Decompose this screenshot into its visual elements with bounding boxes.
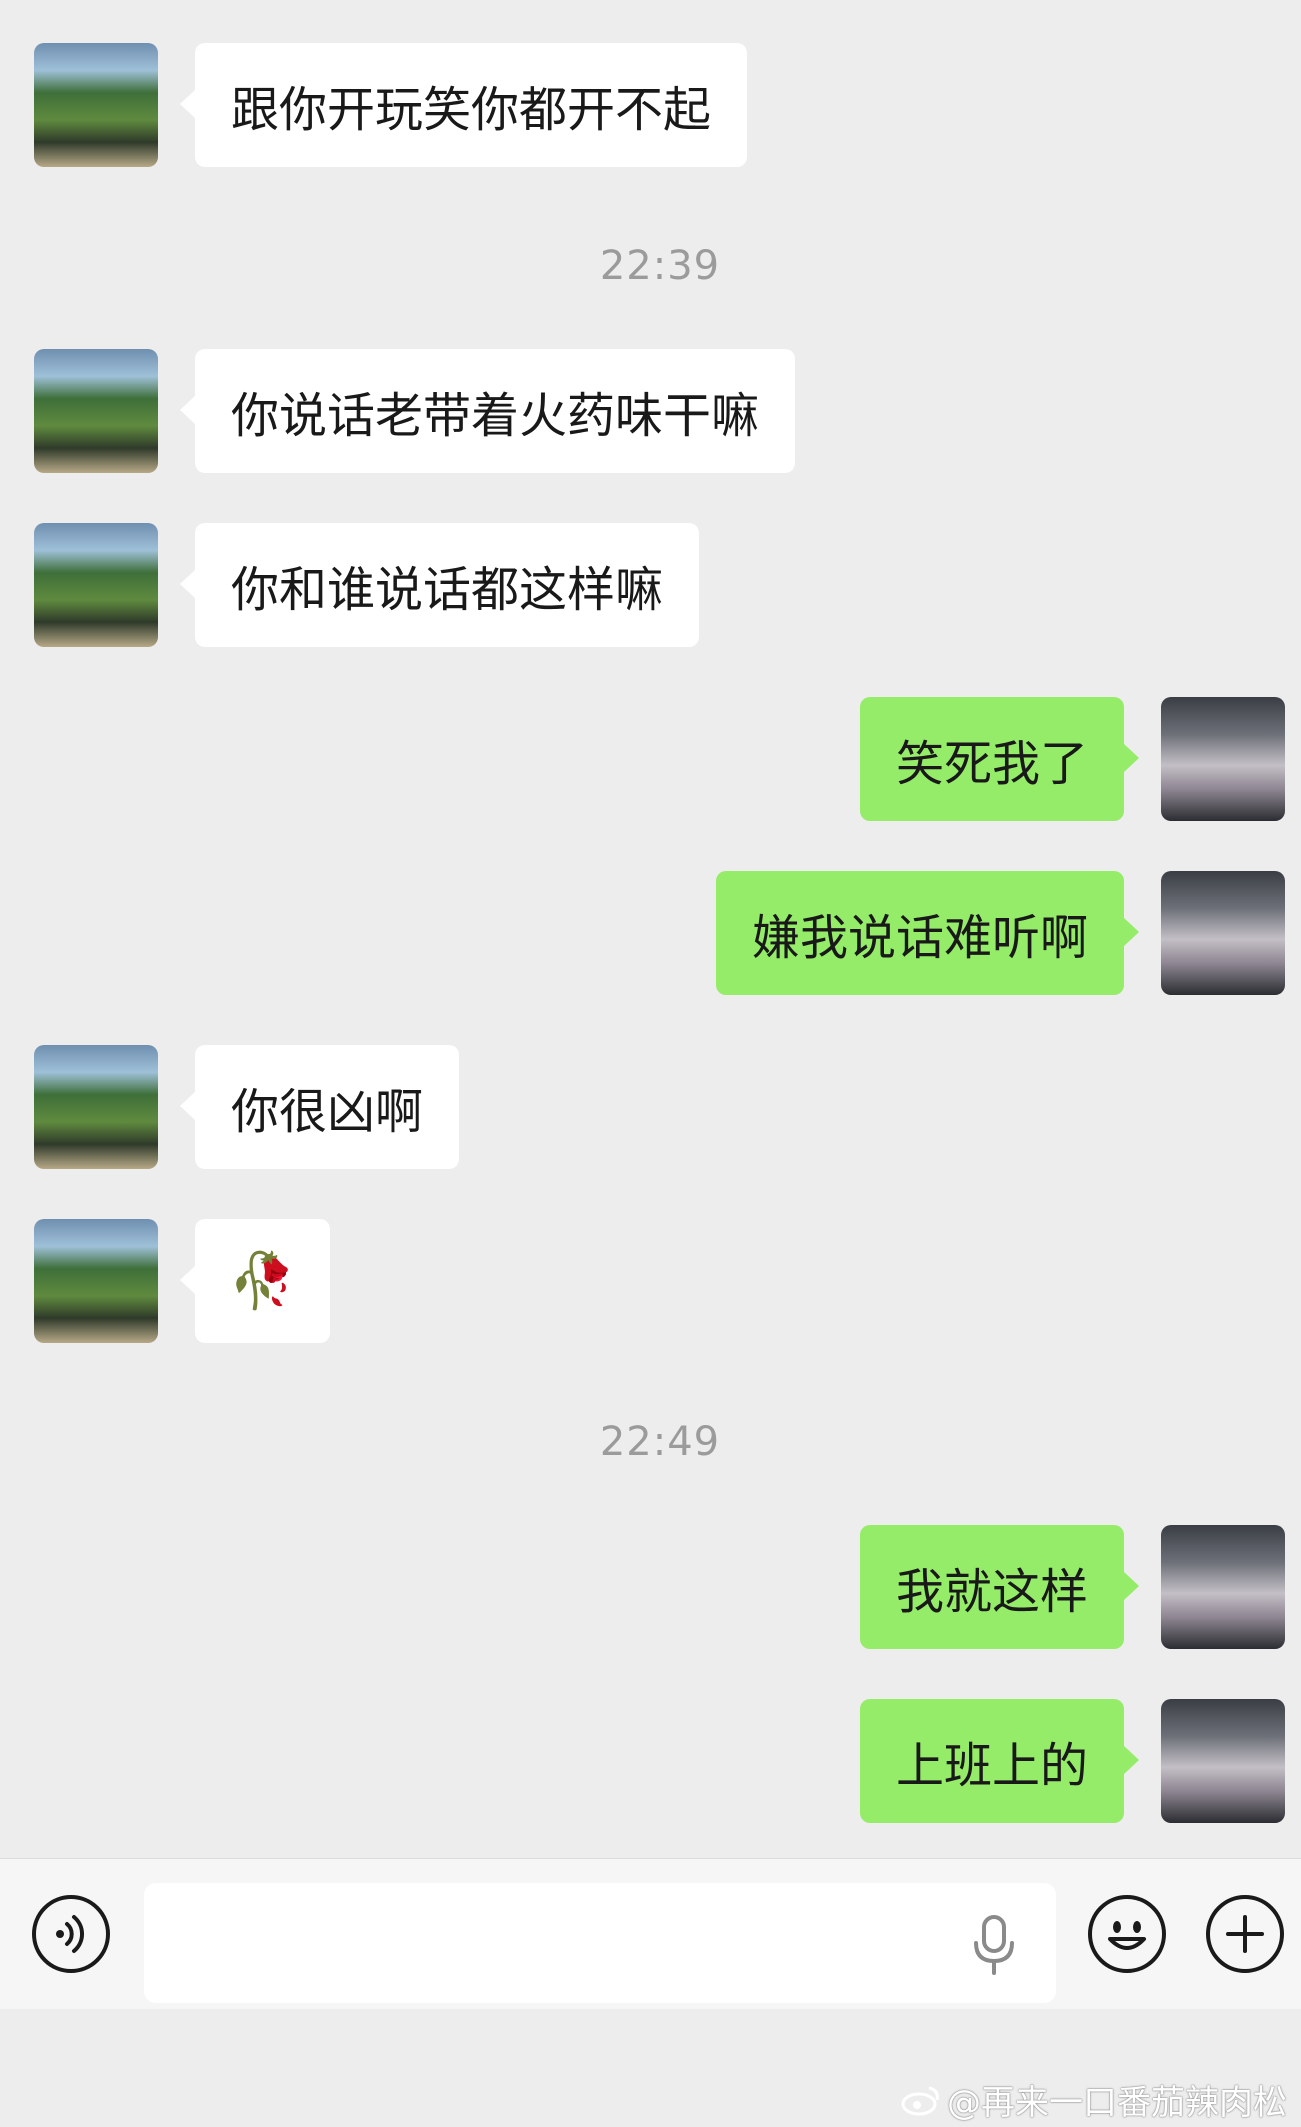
wilted-flower-icon: 🥀: [228, 1249, 297, 1312]
message-bubble[interactable]: 我就这样: [859, 1525, 1140, 1649]
emoji-icon: [1108, 1921, 1146, 1950]
self-avatar[interactable]: [1161, 697, 1285, 821]
self-avatar[interactable]: [1161, 1699, 1285, 1823]
watermark: @再来一口番茄辣肉松: [901, 2075, 1287, 2124]
message-bubble[interactable]: 跟你开玩笑你都开不起: [179, 43, 748, 167]
contact-avatar[interactable]: [34, 523, 158, 647]
self-avatar[interactable]: [1161, 871, 1285, 995]
timestamp: 22:49: [599, 1419, 721, 1465]
voice-mode-icon: [56, 1915, 85, 1953]
message-row-incoming: 跟你开玩笑你都开不起: [0, 43, 1301, 167]
plus-icon: [1226, 1915, 1264, 1953]
more-button[interactable]: [1206, 1895, 1284, 1973]
input-toolbar: [0, 1858, 1301, 2009]
voice-mode-button[interactable]: [32, 1895, 110, 1973]
contact-avatar[interactable]: [34, 1045, 158, 1169]
message-row-incoming: 🥀: [0, 1219, 1301, 1343]
watermark-text: @再来一口番茄辣肉松: [947, 2083, 1287, 2123]
message-input[interactable]: [164, 1903, 968, 1985]
message-bubble-emoji[interactable]: 🥀: [180, 1219, 330, 1343]
message-bubble[interactable]: 笑死我了: [859, 697, 1140, 821]
message-bubble[interactable]: 上班上的: [859, 1699, 1140, 1823]
message-input-box[interactable]: [144, 1883, 1056, 2003]
weibo-logo-icon: [901, 2086, 939, 2115]
message-row-outgoing: 上班上的: [0, 1699, 1301, 1823]
message-bubble[interactable]: 你说话老带着火药味干嘛: [179, 349, 796, 473]
message-row-incoming: 你很凶啊: [0, 1045, 1301, 1169]
message-bubble[interactable]: 你和谁说话都这样嘛: [179, 523, 700, 647]
timestamp: 22:39: [599, 243, 721, 289]
self-avatar[interactable]: [1161, 1525, 1285, 1649]
message-bubble[interactable]: 嫌我说话难听啊: [715, 871, 1140, 995]
message-row-outgoing: 笑死我了: [0, 697, 1301, 821]
chat-area[interactable]: 跟你开玩笑你都开不起 22:39 你说话老带着火药味干嘛 你和谁说话都这样嘛 笑…: [0, 0, 1301, 1858]
contact-avatar[interactable]: [34, 43, 158, 167]
message-row-incoming: 你和谁说话都这样嘛: [0, 523, 1301, 647]
microphone-icon[interactable]: [964, 1913, 1024, 1977]
message-bubble[interactable]: 你很凶啊: [179, 1045, 460, 1169]
contact-avatar[interactable]: [34, 349, 158, 473]
contact-avatar[interactable]: [34, 1219, 158, 1343]
message-row-outgoing: 嫌我说话难听啊: [0, 871, 1301, 995]
message-row-incoming: 你说话老带着火药味干嘛: [0, 349, 1301, 473]
message-row-outgoing: 我就这样: [0, 1525, 1301, 1649]
emoji-button[interactable]: [1088, 1895, 1166, 1973]
